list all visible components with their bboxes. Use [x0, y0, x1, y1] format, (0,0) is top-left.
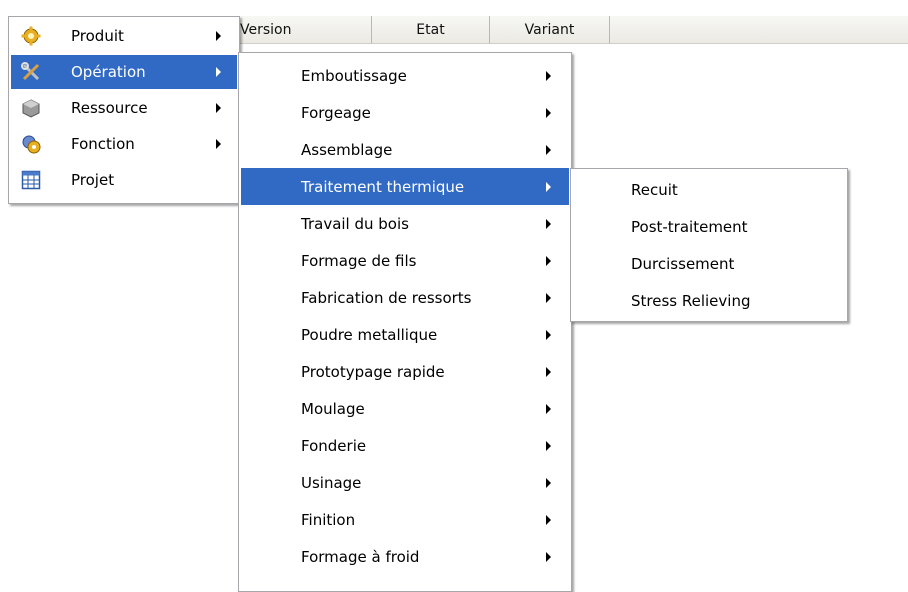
submenu-arrow-icon	[546, 441, 551, 451]
menu-item-fonction[interactable]: Fonction	[11, 127, 237, 161]
submenu-arrow-icon	[216, 31, 221, 41]
menu-item-label: Formage de fils	[301, 251, 417, 270]
menu-item-label: Stress Relieving	[631, 291, 751, 310]
submenu-item-assemblage[interactable]: Assemblage	[241, 131, 569, 168]
menu-item-label: Moulage	[301, 399, 365, 418]
cube-icon	[21, 98, 41, 118]
gear-function-icon	[21, 134, 41, 154]
column-header-etat-label: Etat	[416, 21, 445, 38]
submenu-item-usinage[interactable]: Usinage	[241, 464, 569, 501]
submenu-arrow-icon	[546, 367, 551, 377]
grid-icon	[21, 170, 41, 190]
submenu-arrow-icon	[546, 219, 551, 229]
menu-item-label: Formage à froid	[301, 547, 420, 566]
submenu-item-formage-de-fils[interactable]: Formage de fils	[241, 242, 569, 279]
column-header-etat[interactable]: Etat	[372, 16, 490, 44]
submenu-arrow-icon	[546, 182, 551, 192]
menu-item-label: Usinage	[301, 473, 362, 492]
menu-item-label: Finition	[301, 510, 356, 529]
menu-item-produit[interactable]: Produit	[11, 19, 237, 53]
submenu-item-forgeage[interactable]: Forgeage	[241, 94, 569, 131]
submenu-item-emboutissage[interactable]: Emboutissage	[241, 57, 569, 94]
submenu-arrow-icon	[546, 71, 551, 81]
menu-item-label: Ressource	[71, 99, 148, 117]
tools-icon	[21, 62, 41, 82]
menu-item-label: Emboutissage	[301, 66, 407, 85]
column-header-version-label: Version	[240, 21, 292, 38]
menu-item-label: Post-traitement	[631, 217, 748, 236]
menu-item-projet[interactable]: Projet	[11, 163, 237, 197]
menu-item-label: Fonction	[71, 135, 135, 153]
submenu-item-durcissement[interactable]: Durcissement	[573, 245, 845, 282]
submenu-operation: Emboutissage Forgeage Assemblage Traitem…	[238, 52, 572, 592]
submenu-arrow-icon	[546, 330, 551, 340]
submenu-item-traitement-thermique[interactable]: Traitement thermique	[241, 168, 569, 205]
menu-item-operation[interactable]: Opération	[11, 55, 237, 89]
submenu-item-moulage[interactable]: Moulage	[241, 390, 569, 427]
submenu-arrow-icon	[546, 293, 551, 303]
menu-item-label: Assemblage	[301, 140, 393, 159]
menu-item-label: Forgeage	[301, 103, 371, 122]
submenu-arrow-icon	[216, 67, 221, 77]
submenu-item-fabrication-de-ressorts[interactable]: Fabrication de ressorts	[241, 279, 569, 316]
menu-item-label: Travail du bois	[301, 214, 409, 233]
submenu-item-finition[interactable]: Finition	[241, 501, 569, 538]
submenu-item-stress-relieving[interactable]: Stress Relieving	[573, 282, 845, 319]
submenu-item-recuit[interactable]: Recuit	[573, 171, 845, 208]
menu-item-label: Prototypage rapide	[301, 362, 445, 381]
submenu-item-post-traitement[interactable]: Post-traitement	[573, 208, 845, 245]
submenu-arrow-icon	[546, 478, 551, 488]
submenu-item-prototypage-rapide[interactable]: Prototypage rapide	[241, 353, 569, 390]
menu-item-label: Projet	[71, 171, 115, 189]
submenu-item-poudre-metallique[interactable]: Poudre metallique	[241, 316, 569, 353]
submenu-arrow-icon	[546, 256, 551, 266]
menu-item-label: Fabrication de ressorts	[301, 288, 472, 307]
menu-item-label: Recuit	[631, 180, 678, 199]
submenu-item-fonderie[interactable]: Fonderie	[241, 427, 569, 464]
menu-item-label: Poudre metallique	[301, 325, 438, 344]
submenu-arrow-icon	[546, 145, 551, 155]
column-header-variant[interactable]: Variant	[490, 16, 610, 44]
menu-item-label: Fonderie	[301, 436, 367, 455]
gear-icon	[21, 26, 41, 46]
menu-item-ressource[interactable]: Ressource	[11, 91, 237, 125]
column-header-version[interactable]: Version	[230, 16, 372, 44]
submenu-arrow-icon	[546, 552, 551, 562]
column-header-empty	[610, 16, 908, 44]
submenu-item-travail-du-bois[interactable]: Travail du bois	[241, 205, 569, 242]
column-header-variant-label: Variant	[524, 21, 575, 38]
submenu-arrow-icon	[216, 139, 221, 149]
context-menu-main: Produit Opération Ressource Fonction Pro…	[8, 16, 240, 204]
menu-item-label: Durcissement	[631, 254, 735, 273]
submenu-item-formage-a-froid[interactable]: Formage à froid	[241, 538, 569, 575]
submenu-arrow-icon	[216, 103, 221, 113]
submenu-arrow-icon	[546, 404, 551, 414]
menu-item-label: Opération	[71, 63, 146, 81]
submenu-traitement-thermique: Recuit Post-traitement Durcissement Stre…	[570, 168, 848, 322]
submenu-arrow-icon	[546, 515, 551, 525]
menu-item-label: Produit	[71, 27, 124, 45]
menu-item-label: Traitement thermique	[301, 177, 465, 196]
submenu-arrow-icon	[546, 108, 551, 118]
